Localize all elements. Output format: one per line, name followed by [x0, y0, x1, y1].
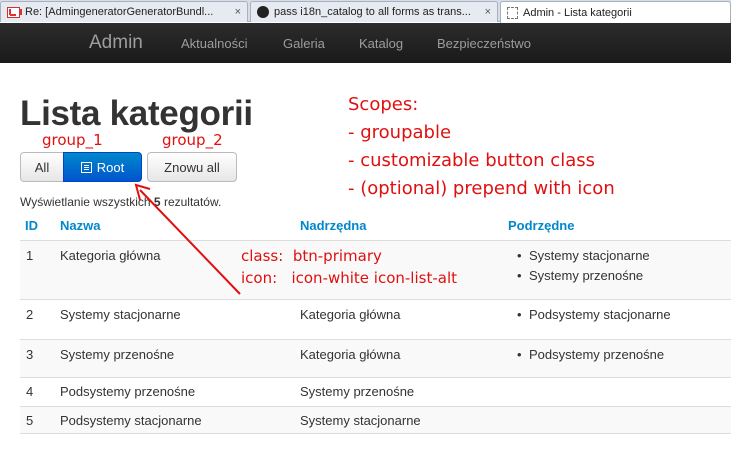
browser-tab-bar: Re: [AdmingeneratorGeneratorBundl... × p…: [0, 0, 731, 23]
close-icon[interactable]: ×: [485, 6, 491, 18]
column-header-podrzedne[interactable]: Podrzędne: [508, 218, 574, 233]
cell-name: Podsystemy stacjonarne: [60, 413, 202, 428]
page-title: Lista kategorii: [20, 94, 253, 133]
column-header-id[interactable]: ID: [25, 218, 38, 233]
scope-znowu-all-button[interactable]: Znowu all: [147, 152, 237, 182]
cell-id: 2: [26, 307, 34, 322]
results-count: 5: [153, 195, 161, 209]
table-row[interactable]: 2 Systemy stacjonarne Kategoria główna P…: [20, 299, 731, 339]
cell-name: Systemy przenośne: [60, 347, 175, 362]
annotation-group-2: group_2: [162, 131, 223, 149]
tab-title: Re: [AdmingeneratorGeneratorBundl...: [25, 6, 214, 18]
scope-all-button[interactable]: All: [20, 152, 64, 182]
browser-tab-github[interactable]: pass i18n_catalog to all forms as trans.…: [250, 1, 498, 22]
nav-item-katalog[interactable]: Katalog: [359, 36, 403, 51]
top-navbar: Admin Aktualności Galeria Katalog Bezpie…: [0, 23, 731, 63]
column-header-nadrzedna[interactable]: Nadrzędna: [300, 218, 366, 233]
annotation-class-label: class:: [241, 247, 284, 265]
children-list: Systemy stacjonarne Systemy przenośne: [517, 248, 650, 288]
annotation-group-1: group_1: [42, 131, 103, 149]
cell-id: 4: [26, 384, 34, 399]
cell-id: 5: [26, 413, 34, 428]
cell-name: Systemy stacjonarne: [60, 307, 181, 322]
annotation-class-icon: class: btn-primary icon: icon-white icon…: [241, 245, 457, 289]
table-row[interactable]: 3 Systemy przenośne Kategoria główna Pod…: [20, 339, 731, 377]
table-row[interactable]: 5 Podsystemy stacjonarne Systemy stacjon…: [20, 406, 731, 434]
annotation-scopes-line: - (optional) prepend with icon: [348, 178, 615, 199]
close-icon[interactable]: ×: [235, 6, 241, 18]
cell-name: Kategoria główna: [60, 248, 161, 263]
browser-tab-admin[interactable]: Admin - Lista kategorii: [500, 1, 731, 23]
results-prefix: Wyświetlanie wszystkich: [20, 195, 154, 209]
children-list: Podsystemy przenośne: [517, 347, 664, 367]
annotation-class-value: btn-primary: [292, 247, 382, 265]
results-summary: Wyświetlanie wszystkich 5 rezultatów.: [20, 195, 221, 209]
tab-title: pass i18n_catalog to all forms as trans.…: [274, 6, 471, 18]
gmail-icon: [7, 6, 22, 18]
scope-all-label: All: [34, 159, 50, 175]
child-item: Podsystemy przenośne: [517, 347, 664, 367]
blank-page-icon: [507, 6, 518, 19]
scope-root-button[interactable]: Root: [63, 152, 142, 182]
annotation-scopes-line: - groupable: [348, 122, 452, 143]
brand-link[interactable]: Admin: [89, 32, 143, 54]
cell-name: Podsystemy przenośne: [60, 384, 196, 399]
annotation-scopes: Scopes: - groupable - customizable butto…: [348, 91, 615, 203]
cell-parent: Systemy przenośne: [300, 384, 415, 399]
annotation-scopes-line: - customizable button class: [348, 150, 595, 171]
cell-parent: Systemy stacjonarne: [300, 413, 421, 428]
table-row[interactable]: 4 Podsystemy przenośne Systemy przenośne: [20, 377, 731, 406]
cell-id: 1: [26, 248, 34, 263]
scope-znowu-label: Znowu all: [164, 159, 220, 175]
scope-root-label: Root: [96, 159, 125, 175]
nav-item-bezpieczenstwo[interactable]: Bezpieczeństwo: [437, 36, 531, 51]
nav-item-galeria[interactable]: Galeria: [283, 36, 325, 51]
child-item: Podsystemy stacjonarne: [517, 307, 671, 327]
cell-parent: Kategoria główna: [300, 347, 401, 362]
nav-item-aktualnosci[interactable]: Aktualności: [181, 36, 247, 51]
github-icon: [257, 6, 269, 18]
browser-tab-gmail[interactable]: Re: [AdmingeneratorGeneratorBundl... ×: [0, 1, 248, 22]
tab-title: Admin - Lista kategorii: [523, 6, 632, 19]
column-header-nazwa[interactable]: Nazwa: [60, 218, 100, 233]
results-suffix: rezultatów.: [160, 195, 222, 209]
annotation-icon-label: icon:: [241, 269, 278, 287]
children-list: Podsystemy stacjonarne: [517, 307, 671, 327]
annotation-icon-value: icon-white icon-list-alt: [291, 269, 457, 287]
list-alt-icon: [80, 161, 92, 173]
cell-parent: Kategoria główna: [300, 307, 401, 322]
cell-id: 3: [26, 347, 34, 362]
child-item: Systemy stacjonarne: [517, 248, 650, 268]
annotation-scopes-line: Scopes:: [348, 94, 419, 115]
child-item: Systemy przenośne: [517, 268, 650, 288]
